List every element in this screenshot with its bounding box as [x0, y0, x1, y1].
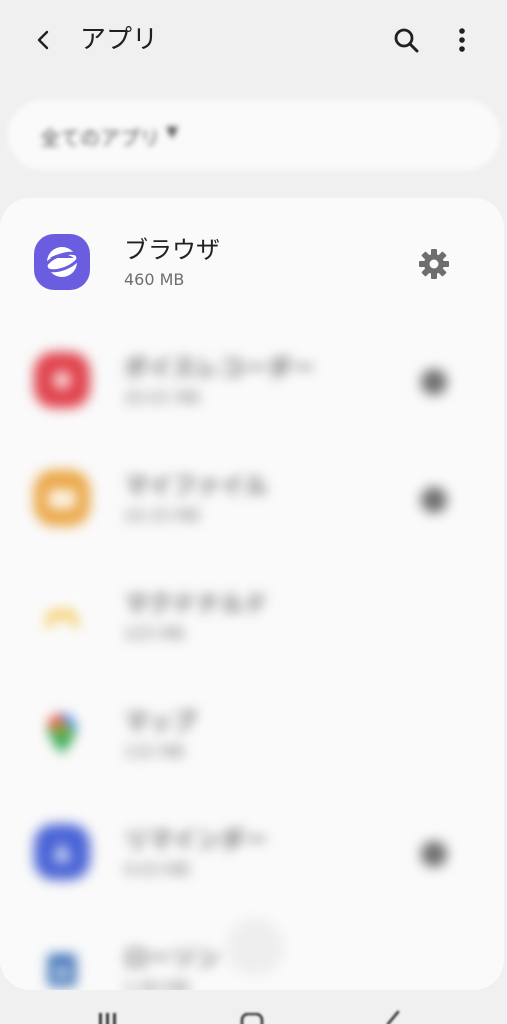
list-item[interactable]: リマインダー 9.03 MB [0, 788, 504, 906]
recent-apps-button[interactable] [96, 1012, 120, 1024]
gear-icon [421, 369, 447, 395]
app-size: 20.01 MB [124, 388, 200, 407]
gear-icon [419, 249, 449, 279]
my-files-icon [34, 470, 90, 526]
samsung-internet-icon [34, 234, 90, 290]
back-icon [386, 1010, 400, 1024]
gear-icon [421, 487, 447, 513]
app-name: ブラウザ [124, 236, 220, 264]
list-item[interactable]: マップ 132 MB [0, 670, 504, 788]
app-settings-button[interactable] [412, 242, 456, 286]
app-list-screen: アプリ 全てのアプリ ▼ ブラウザ 460 MB ボイスレコーダー 20.01 … [0, 0, 507, 1024]
search-button[interactable] [384, 18, 428, 62]
app-name: ボイスレコーダー [124, 354, 316, 382]
app-name: リマインダー [124, 826, 268, 854]
app-size: 132 MB [124, 742, 185, 761]
app-size: 225 MB [124, 624, 185, 643]
system-navigation-bar [0, 998, 507, 1024]
search-icon [394, 28, 419, 53]
reminder-icon [34, 824, 90, 880]
app-settings-button[interactable] [412, 360, 456, 404]
back-button[interactable] [22, 18, 66, 62]
nav-back-button[interactable] [382, 1010, 402, 1024]
list-item[interactable]: ボイスレコーダー 20.01 MB [0, 316, 504, 434]
list-item[interactable]: ローソン 1.06 MB [0, 906, 504, 990]
app-list: ブラウザ 460 MB ボイスレコーダー 20.01 MB マイファイル 24.… [0, 198, 504, 990]
list-item[interactable]: マクドナルド 225 MB [0, 552, 504, 670]
home-icon [240, 1012, 264, 1024]
app-settings-button[interactable] [412, 478, 456, 522]
app-filter-dropdown[interactable]: 全てのアプリ ▼ [8, 100, 500, 170]
page-title: アプリ [80, 25, 159, 55]
lawson-icon [34, 942, 90, 990]
app-name: マクドナルド [124, 590, 268, 618]
google-maps-icon [34, 706, 90, 762]
chevron-left-icon [37, 30, 49, 50]
app-name: マップ [124, 708, 196, 736]
app-size: 24.33 MB [124, 506, 200, 525]
more-vert-icon [459, 28, 465, 52]
recent-apps-icon [99, 1013, 116, 1024]
home-button[interactable] [240, 1012, 264, 1024]
header-bar: アプリ [0, 0, 507, 80]
app-settings-button[interactable] [412, 832, 456, 876]
filter-label: 全てのアプリ [40, 126, 160, 150]
list-item[interactable]: マイファイル 24.33 MB [0, 434, 504, 552]
more-options-button[interactable] [440, 18, 484, 62]
app-size: 1.06 MB [124, 978, 190, 990]
app-name: ローソン [124, 944, 220, 972]
app-size: 460 MB [124, 270, 185, 289]
scroll-index-bubble [228, 920, 282, 974]
voice-recorder-icon [34, 352, 90, 408]
mcdonalds-icon [34, 588, 90, 644]
caret-down-icon: ▼ [166, 122, 179, 141]
app-size: 9.03 MB [124, 860, 190, 879]
app-name: マイファイル [124, 472, 268, 500]
list-item[interactable]: ブラウザ 460 MB [0, 198, 504, 316]
gear-icon [421, 841, 447, 867]
